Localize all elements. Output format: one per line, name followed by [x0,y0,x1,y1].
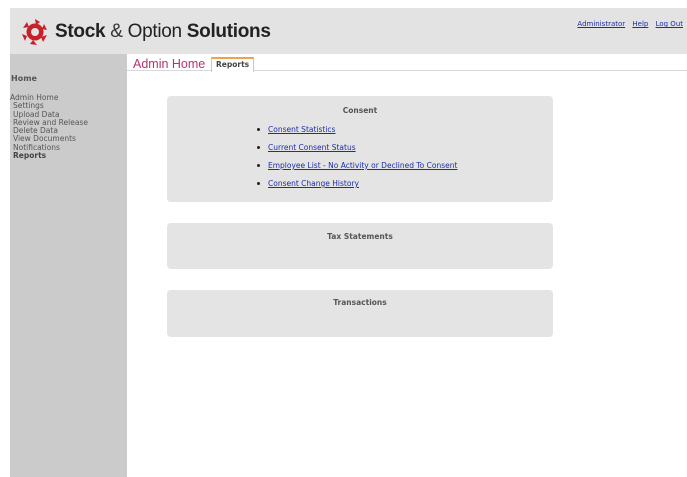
logo[interactable]: Stock & Option Solutions [20,18,271,46]
tab-admin-home[interactable]: Admin Home [133,57,205,71]
bullet-icon [257,146,260,149]
consent-title: Consent [342,106,378,115]
tax-statements-title: Tax Statements [327,232,393,241]
transactions-title: Transactions [333,298,387,307]
bullet-icon [257,164,260,167]
list-item: Employee List - No Activity or Declined … [257,161,553,170]
help-link[interactable]: Help [632,20,648,28]
bullet-icon [257,182,260,185]
nav-item-reports[interactable]: Reports [10,151,127,160]
bullet-icon [257,128,260,131]
tab-bar: Admin Home Reports [127,54,687,72]
consent-links: Consent Statistics Current Consent Statu… [257,125,553,188]
tab-reports[interactable]: Reports [211,57,255,72]
consent-change-history-link[interactable]: Consent Change History [268,179,359,188]
logo-mark-icon [22,19,47,45]
tax-statements-panel: Tax Statements [167,223,553,269]
employee-list-link[interactable]: Employee List - No Activity or Declined … [268,161,457,170]
consent-statistics-link[interactable]: Consent Statistics [268,125,335,134]
app-window: Stock & Option Solutions Administrator H… [10,8,687,477]
nav-home[interactable]: Home [10,74,127,83]
brand-name: Stock & Option Solutions [55,21,271,42]
list-item: Current Consent Status [257,143,553,152]
header: Stock & Option Solutions Administrator H… [10,8,687,54]
list-item: Consent Statistics [257,125,553,134]
sidebar: Home Admin Home Settings Upload Data Rev… [10,54,127,477]
transactions-panel: Transactions [167,290,553,337]
consent-panel: Consent Consent Statistics Current Conse… [167,96,553,202]
current-consent-status-link[interactable]: Current Consent Status [268,143,356,152]
top-links: Administrator Help Log Out [572,20,683,28]
nav-list: Settings Upload Data Review and Release … [10,101,127,160]
list-item: Consent Change History [257,179,553,188]
administrator-link[interactable]: Administrator [577,20,625,28]
logout-link[interactable]: Log Out [656,20,683,28]
